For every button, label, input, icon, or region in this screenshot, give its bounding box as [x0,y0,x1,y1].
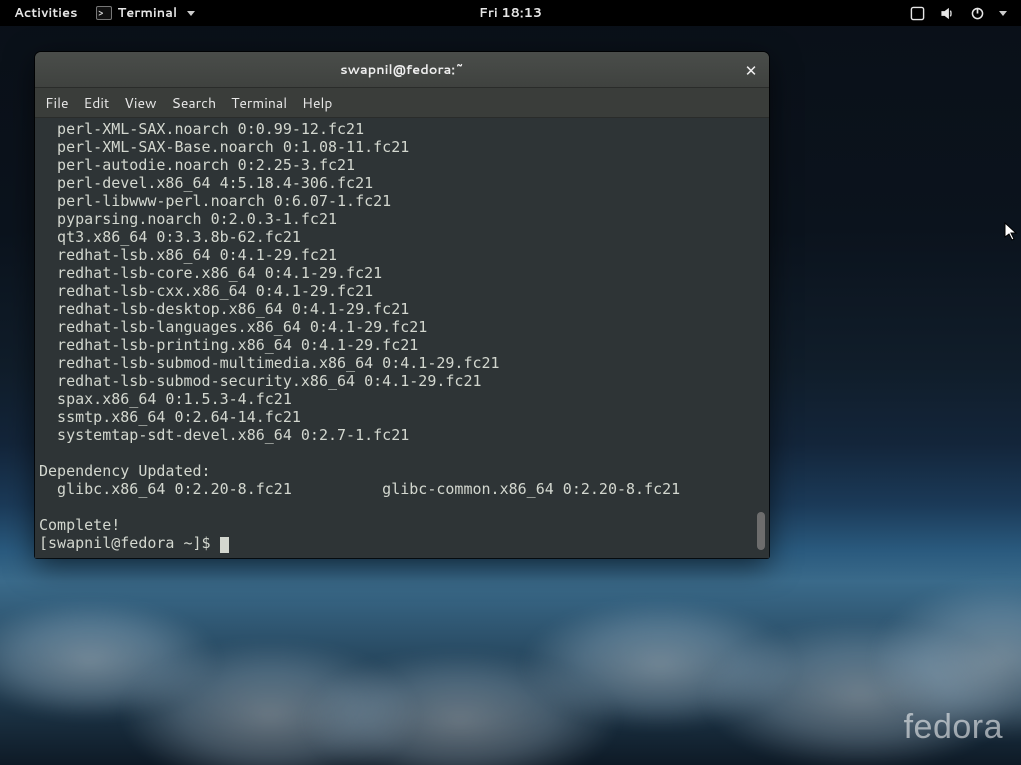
menu-view[interactable]: View [124,93,156,113]
window-close-button[interactable]: ✕ [741,60,761,80]
terminal-cursor [220,537,229,553]
terminal-icon [96,6,112,20]
menu-search[interactable]: Search [172,93,217,113]
activities-button[interactable]: Activities [14,4,78,22]
mouse-cursor-icon [1004,222,1020,242]
chevron-down-icon [187,11,195,16]
volume-icon[interactable] [939,5,955,21]
fedora-logo: fedora [904,708,1003,747]
close-icon: ✕ [745,60,758,81]
system-menu-chevron-icon[interactable] [999,11,1007,16]
desktop: Activities Terminal Fri 18:13 swapnil@fe… [0,0,1021,765]
terminal-prompt: [swapnil@fedora ~]$ [39,534,220,552]
accessibility-icon[interactable] [909,5,925,21]
terminal-body[interactable]: perl-XML-SAX.noarch 0:0.99-12.fc21 perl-… [35,118,769,558]
terminal-window: swapnil@fedora:~ ✕ File Edit View Search… [35,52,769,558]
menu-edit[interactable]: Edit [84,93,110,113]
terminal-scrollbar-thumb[interactable] [757,512,765,550]
terminal-menubar: File Edit View Search Terminal Help [35,88,769,118]
menu-help[interactable]: Help [302,93,332,113]
window-title: swapnil@fedora:~ [340,61,464,79]
power-icon[interactable] [969,5,985,21]
gnome-topbar: Activities Terminal Fri 18:13 [0,0,1021,26]
menu-file[interactable]: File [45,93,69,113]
menu-terminal[interactable]: Terminal [231,93,287,113]
clock[interactable]: Fri 18:13 [479,4,542,22]
terminal-prompt-line: [swapnil@fedora ~]$ [39,534,765,552]
app-menu-label: Terminal [118,4,178,22]
terminal-output: perl-XML-SAX.noarch 0:0.99-12.fc21 perl-… [39,120,765,534]
window-titlebar[interactable]: swapnil@fedora:~ ✕ [35,52,769,88]
app-menu[interactable]: Terminal [96,4,196,22]
